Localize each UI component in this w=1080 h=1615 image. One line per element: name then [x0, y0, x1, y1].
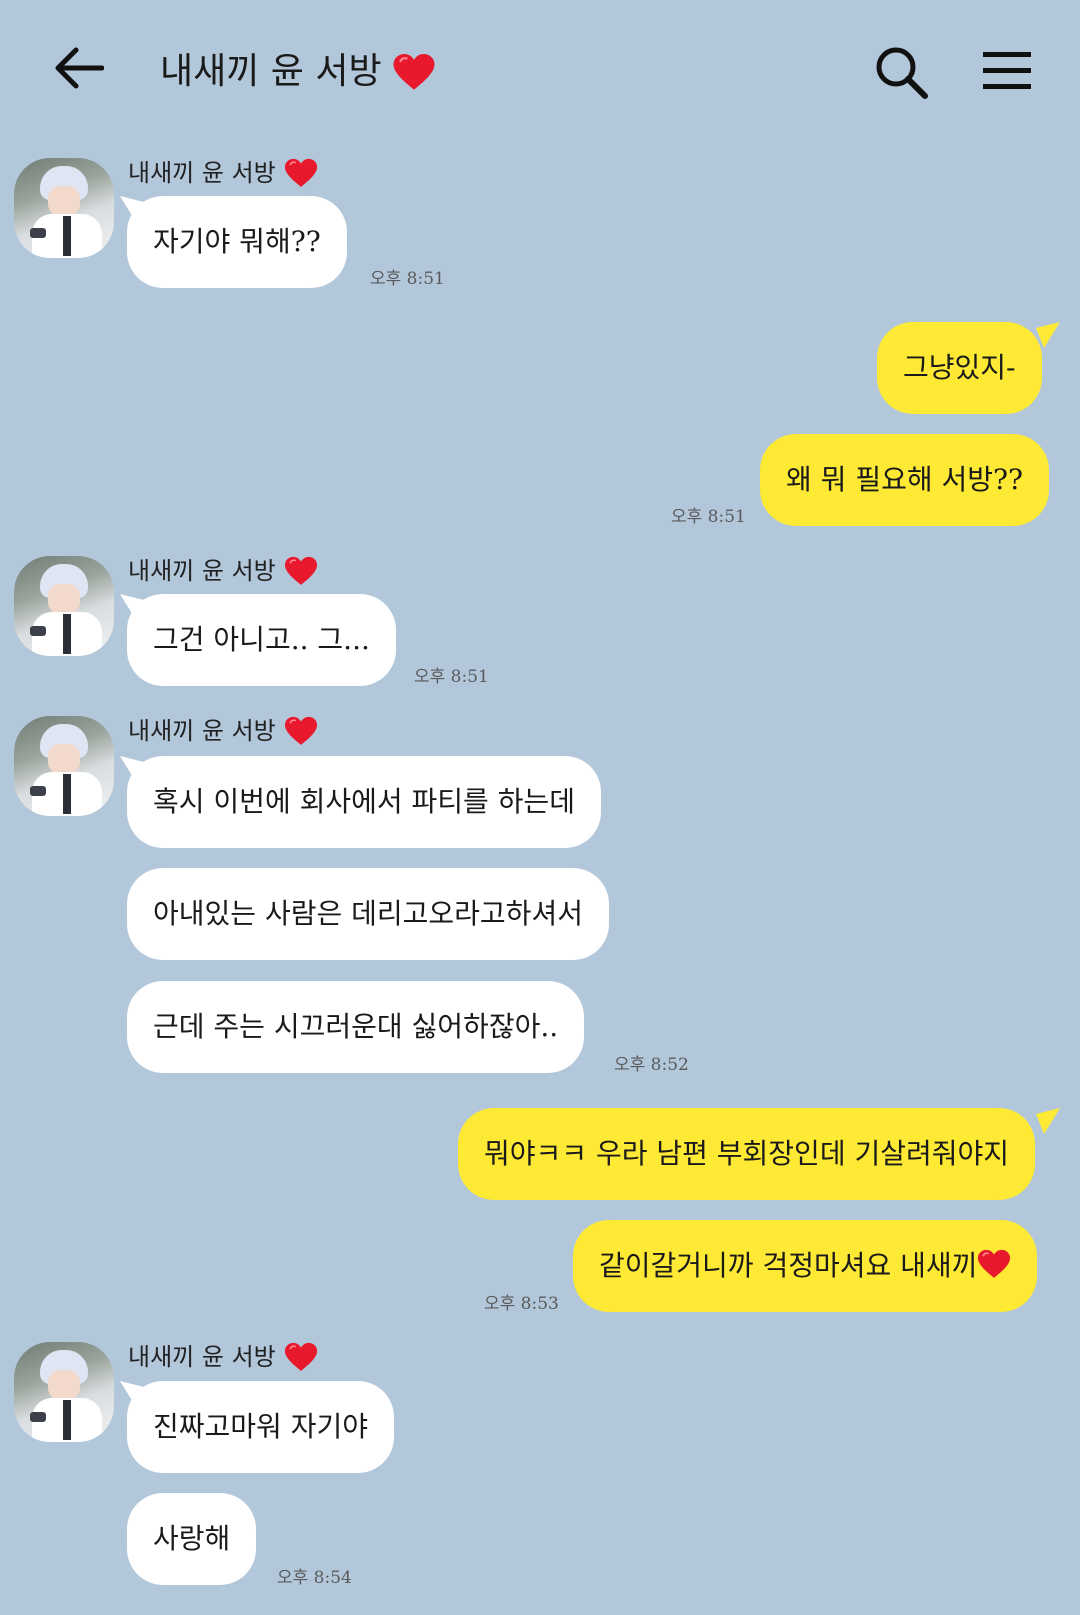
heart-icon — [284, 556, 318, 586]
menu-icon[interactable] — [983, 50, 1031, 92]
message-time: 오후 8:54 — [277, 1568, 352, 1588]
message-bubble[interactable]: 아내있는 사람은 데리고오라고하셔서 — [127, 868, 609, 960]
avatar[interactable] — [14, 716, 114, 816]
avatar[interactable] — [14, 1342, 114, 1442]
sender-name: 내새끼 윤 서방 — [128, 156, 318, 190]
message-bubble[interactable]: 같이갈거니까 걱정마셔요 내새끼 — [573, 1220, 1038, 1312]
bubble-tail — [1036, 1108, 1060, 1134]
message-text: 같이갈거니까 걱정마셔요 내새끼 — [599, 1249, 978, 1282]
message-bubble[interactable]: 뭐야ㅋㅋ 우라 남편 부회장인데 기살려줘야지 — [458, 1108, 1036, 1200]
message-bubble[interactable]: 혹시 이번에 회사에서 파티를 하는데 — [127, 756, 602, 848]
heart-icon — [284, 158, 318, 188]
chat-title-text: 내새끼 윤 서방 — [160, 51, 382, 92]
chat-title: 내새끼 윤 서방 — [160, 44, 436, 100]
message-time: 오후 8:51 — [370, 269, 445, 289]
avatar[interactable] — [14, 158, 114, 258]
heart-icon — [392, 53, 436, 91]
message-bubble[interactable]: 자기야 뭐해?? — [127, 196, 347, 288]
message-bubble[interactable]: 그냥있지- — [877, 322, 1042, 414]
heart-icon — [284, 716, 318, 746]
message-time: 오후 8:51 — [414, 667, 489, 687]
message-bubble[interactable]: 진짜고마워 자기야 — [127, 1381, 394, 1473]
avatar[interactable] — [14, 556, 114, 656]
heart-icon — [284, 1342, 318, 1372]
message-bubble[interactable]: 사랑해 — [127, 1493, 257, 1585]
back-arrow-icon[interactable] — [52, 46, 104, 90]
sender-name: 내새끼 윤 서방 — [128, 554, 318, 588]
message-time: 오후 8:53 — [484, 1294, 559, 1314]
message-bubble[interactable]: 그건 아니고.. 그... — [127, 594, 396, 686]
sender-name: 내새끼 윤 서방 — [128, 714, 318, 748]
sender-name: 내새끼 윤 서방 — [128, 1340, 318, 1374]
message-bubble[interactable]: 근데 주는 시끄러운대 싫어하잖아.. — [127, 981, 585, 1073]
chat-header: 내새끼 윤 서방 — [0, 0, 1080, 130]
heart-icon — [977, 1249, 1011, 1279]
message-time: 오후 8:52 — [614, 1055, 689, 1075]
search-icon[interactable] — [873, 44, 929, 100]
message-time: 오후 8:51 — [671, 507, 746, 527]
message-bubble[interactable]: 왜 뭐 필요해 서방?? — [760, 434, 1050, 526]
